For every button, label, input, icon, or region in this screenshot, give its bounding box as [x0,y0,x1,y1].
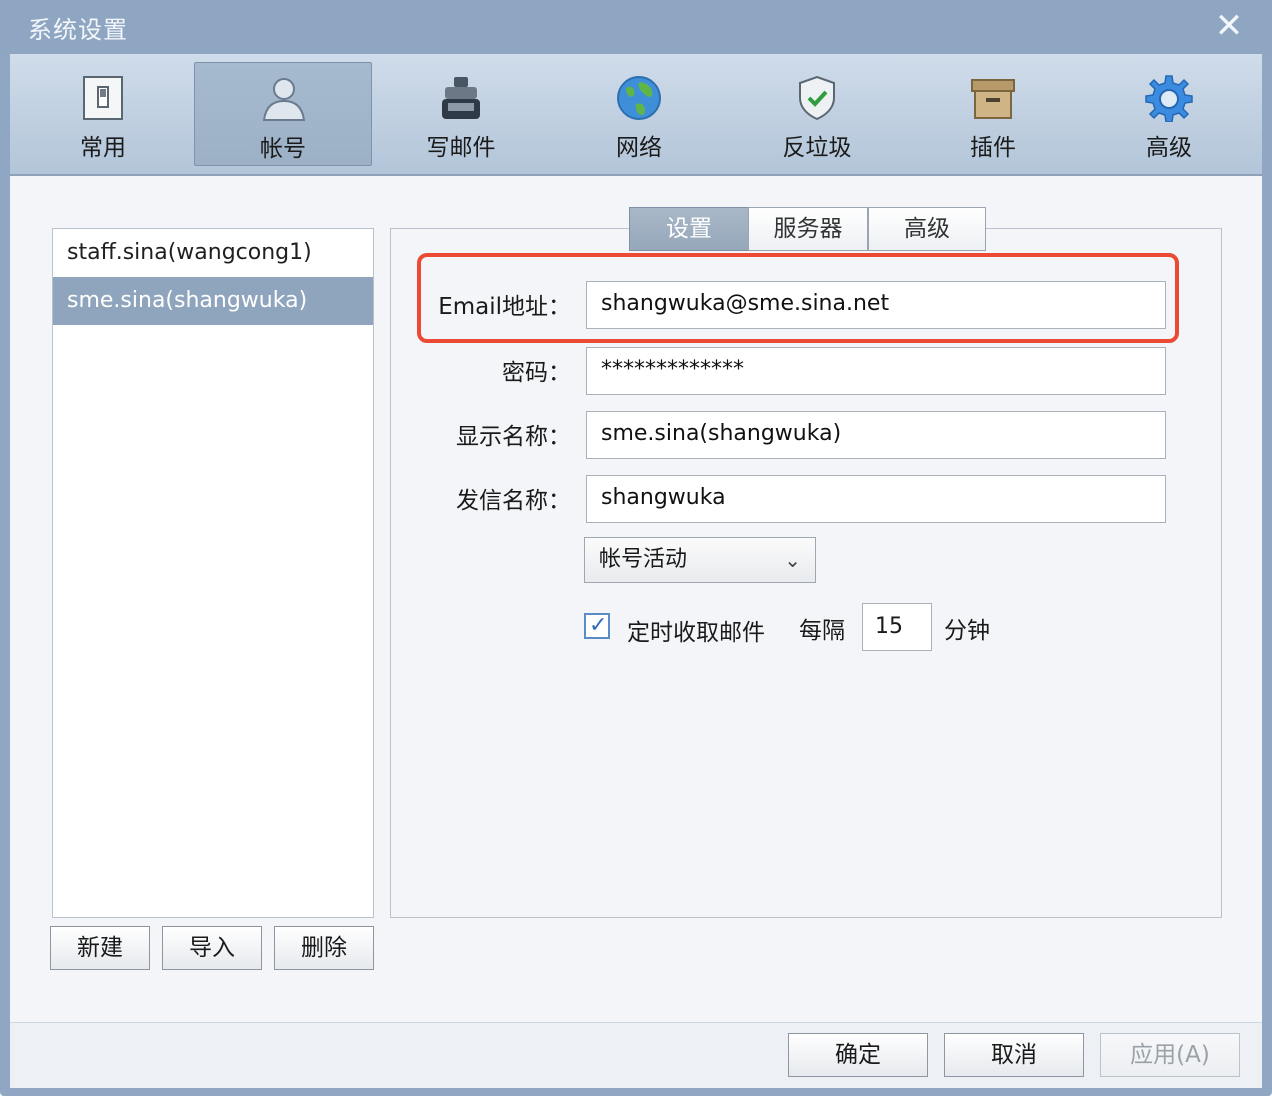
window-title: 系统设置 [28,16,128,44]
ok-button[interactable]: 确定 [788,1033,928,1077]
shield-icon [799,75,835,121]
toolbar-item-compose[interactable]: 写邮件 [372,62,550,166]
box-icon [971,79,1015,119]
every-label: 每隔 [799,618,845,644]
sender-name-field[interactable]: shangwuka [586,475,1166,523]
apply-button[interactable]: 应用(A) [1100,1033,1240,1077]
tab-advanced[interactable]: 高级 [868,207,986,251]
email-field[interactable]: shangwuka@sme.sina.net [586,281,1166,329]
tab-settings[interactable]: 设置 [629,207,749,251]
account-status-select[interactable]: 帐号活动 ⌄ [584,537,816,583]
delete-account-button[interactable]: 删除 [274,926,374,970]
toolbar-item-plugins[interactable]: 插件 [904,62,1082,166]
toolbar-item-network[interactable]: 网络 [550,62,728,166]
display-name-field[interactable]: sme.sina(shangwuka) [586,411,1166,459]
display-name-label: 显示名称： [456,424,571,450]
gear-icon [1145,75,1193,122]
sender-name-label: 发信名称： [456,488,571,514]
toolbar-item-antispam[interactable]: 反垃圾 [728,62,906,166]
toolbar-label: 网络 [616,135,662,161]
toolbar-item-general[interactable]: 常用 [14,62,192,166]
select-value: 帐号活动 [599,547,688,572]
toolbar-label: 反垃圾 [782,135,852,161]
category-toolbar: 常用 帐号 写邮件 网络 反垃圾 插件 高级 [10,54,1262,176]
switch-icon [83,76,123,120]
chevron-down-icon: ⌄ [784,548,801,572]
toolbar-label: 高级 [1146,135,1192,161]
account-settings-panel: 设置 服务器 高级 Email地址： shangwuka@sme.sina.ne… [390,207,1222,918]
password-label: 密码： [502,360,571,386]
toolbar-label: 常用 [80,135,126,161]
dialog-footer: 确定 取消 应用(A) [10,1022,1262,1088]
toolbar-item-advanced[interactable]: 高级 [1080,62,1258,166]
globe-icon [617,76,661,120]
settings-window: 系统设置 ✕ 常用 帐号 写邮件 网络 反垃圾 插件 高级 staff.sina… [0,0,1272,1096]
import-account-button[interactable]: 导入 [162,926,262,970]
list-item[interactable]: staff.sina(wangcong1) [53,229,373,277]
cancel-button[interactable]: 取消 [944,1033,1084,1077]
tab-server[interactable]: 服务器 [748,207,868,251]
auto-fetch-label: 定时收取邮件 [627,620,765,646]
toolbar-item-account[interactable]: 帐号 [194,62,372,166]
toolbar-label: 帐号 [260,136,306,162]
auto-fetch-checkbox[interactable]: ✓ [584,613,610,639]
title-bar: 系统设置 ✕ [0,0,1272,54]
list-item[interactable]: sme.sina(shangwuka) [53,277,373,325]
user-icon [262,78,306,121]
ink-bottle-icon [442,77,480,119]
account-list[interactable]: staff.sina(wangcong1) sme.sina(shangwuka… [52,228,374,918]
minutes-label: 分钟 [944,618,990,644]
check-icon: ✓ [589,613,608,638]
close-button[interactable]: ✕ [1214,9,1244,43]
password-field[interactable]: ************* [586,347,1166,395]
toolbar-label: 写邮件 [426,135,496,161]
new-account-button[interactable]: 新建 [50,926,150,970]
interval-input[interactable]: 15 [862,603,932,651]
email-label: Email地址： [438,294,571,320]
toolbar-label: 插件 [970,135,1016,161]
content-area: staff.sina(wangcong1) sme.sina(shangwuka… [10,176,1262,1022]
